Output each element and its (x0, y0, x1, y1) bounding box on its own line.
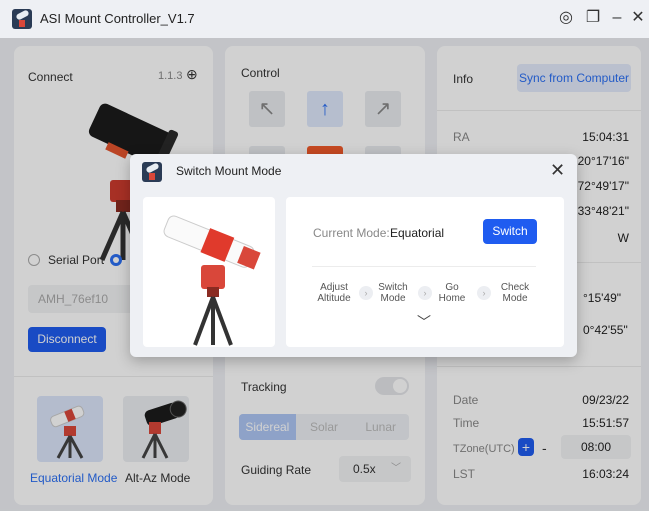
current-mode-label: Current Mode: (313, 226, 390, 240)
target-icon[interactable]: ◎ (555, 7, 577, 29)
divider (312, 266, 536, 267)
switch-button[interactable]: Switch (483, 219, 537, 244)
step-check-mode: Check Mode (500, 282, 530, 304)
close-window-icon[interactable]: ✕ (627, 7, 649, 29)
mode-switch-area: Current Mode: Equatorial Switch Adjust Al… (286, 197, 564, 347)
step-go-home: Go Home (438, 282, 466, 304)
expand-chevron-down-icon[interactable]: ﹀ (417, 312, 431, 332)
equatorial-telescope-image (163, 215, 261, 346)
mount-image-box (143, 197, 275, 347)
close-icon[interactable]: ✕ (550, 160, 565, 181)
chevron-right-icon: › (477, 286, 491, 300)
chevron-right-icon: › (418, 286, 432, 300)
dialog-title: Switch Mount Mode (176, 164, 282, 178)
switch-mount-mode-dialog: Switch Mount Mode ✕ Current Mode: Equato… (130, 154, 577, 357)
chevron-right-icon: › (359, 286, 373, 300)
step-adjust-altitude: Adjust Altitude (317, 282, 351, 304)
app-logo-icon (142, 162, 162, 182)
step-switch-mode: Switch Mode (378, 282, 408, 304)
app-logo-icon (12, 9, 32, 29)
minimize-window-icon[interactable]: – (606, 7, 628, 29)
app-title: ASI Mount Controller_V1.7 (40, 11, 195, 26)
current-mode-value: Equatorial (390, 226, 445, 240)
title-bar: ASI Mount Controller_V1.7 ◎ ❐ – ✕ (0, 0, 649, 38)
restore-window-icon[interactable]: ❐ (582, 7, 604, 29)
